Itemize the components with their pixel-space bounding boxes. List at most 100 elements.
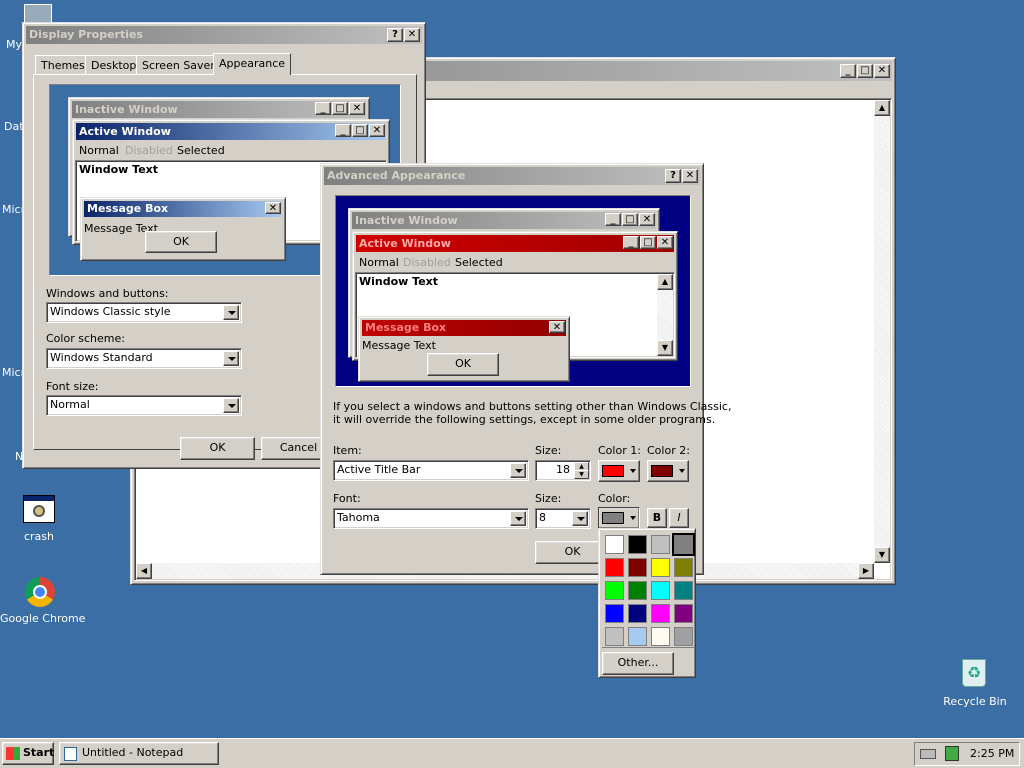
color-swatch[interactable] — [651, 558, 670, 577]
chevron-down-icon — [679, 469, 685, 473]
color-swatch[interactable] — [605, 558, 624, 577]
chevron-down-icon[interactable] — [510, 511, 526, 526]
clock[interactable]: 2:25 PM — [970, 747, 1014, 760]
desktop-icon-google-chrome[interactable]: Google Chrome — [0, 575, 86, 627]
preview-ok-button: OK — [145, 231, 217, 253]
taskbar: Start Untitled - Notepad 2:25 PM — [0, 738, 1024, 768]
item-size-label: Size: — [535, 444, 562, 457]
desktop-icon-crash[interactable]: crash — [8, 493, 70, 545]
chevron-down-icon[interactable] — [223, 305, 239, 320]
network-icon[interactable] — [945, 746, 959, 761]
color2-picker-button[interactable] — [647, 460, 689, 482]
color-swatch — [602, 512, 624, 524]
tab-themes[interactable]: Themes — [35, 55, 91, 75]
preview-msgbox-title: Message Box — [365, 321, 447, 334]
display-properties-title-bar[interactable]: Display Properties ? ✕ — [26, 26, 422, 44]
advanced-appearance-title-bar[interactable]: Advanced Appearance ? ✕ — [324, 167, 700, 185]
scroll-right-button[interactable]: ▶ — [858, 563, 874, 579]
chrome-icon — [25, 577, 55, 607]
windows-buttons-select[interactable]: Windows Classic style — [46, 302, 242, 323]
help-button[interactable]: ? — [665, 169, 681, 183]
chevron-down-icon[interactable] — [510, 463, 526, 478]
color-swatch[interactable] — [672, 533, 695, 556]
windows-logo-icon — [6, 747, 20, 760]
preview-message-box: Message Box ✕ Message Text OK — [80, 197, 286, 261]
color-swatch[interactable] — [605, 627, 624, 646]
close-button[interactable]: ✕ — [404, 28, 420, 42]
color-scheme-label: Color scheme: — [46, 332, 125, 345]
color-swatch[interactable] — [651, 535, 670, 554]
color-swatch[interactable] — [628, 627, 647, 646]
chevron-down-icon[interactable] — [572, 511, 588, 526]
bold-toggle-button[interactable]: B — [647, 508, 667, 528]
keyboard-icon[interactable] — [920, 749, 936, 759]
color-swatch[interactable] — [605, 581, 624, 600]
item-select[interactable]: Active Title Bar — [333, 460, 529, 481]
color-swatch[interactable] — [628, 604, 647, 623]
font-label: Font: — [333, 492, 361, 505]
color-label: Color: — [598, 492, 631, 505]
taskbar-notepad-button[interactable]: Untitled - Notepad — [59, 742, 219, 765]
chevron-down-icon[interactable] — [223, 398, 239, 413]
preview-inactive-title: Inactive Window — [75, 103, 178, 116]
scroll-down-button[interactable]: ▼ — [874, 547, 890, 563]
windows-buttons-label: Windows and buttons: — [46, 287, 169, 300]
desktop-icon-label: crash — [23, 530, 54, 543]
color-scheme-select[interactable]: Windows Standard — [46, 348, 242, 369]
font-size-select[interactable]: Normal — [46, 395, 242, 416]
color-swatch[interactable] — [674, 627, 693, 646]
color-swatch[interactable] — [651, 627, 670, 646]
color-swatch[interactable] — [605, 535, 624, 554]
ok-button[interactable]: OK — [180, 437, 255, 460]
preview-active-title: Active Window — [359, 237, 451, 250]
info-text-line2: it will override the following settings,… — [333, 413, 716, 426]
italic-toggle-button[interactable]: I — [669, 508, 689, 528]
desktop-icon-label: Google Chrome — [0, 612, 86, 625]
vertical-scrollbar[interactable]: ▲ ▼ — [874, 100, 890, 563]
scroll-up-button[interactable]: ▲ — [874, 100, 890, 116]
desktop-icon-recycle-bin[interactable]: ♻ Recycle Bin — [940, 655, 1010, 710]
preview-inactive-title: Inactive Window — [355, 214, 458, 227]
font-size-select[interactable]: 8 — [535, 508, 591, 529]
color-palette-grid — [602, 532, 695, 646]
advanced-preview: Inactive Window _ □ ✕ Active Window _ □ … — [335, 195, 691, 387]
start-button[interactable]: Start — [2, 742, 54, 765]
recycle-bin-icon: ♻ — [962, 659, 986, 687]
close-button[interactable]: ✕ — [682, 169, 698, 183]
tab-screen-saver[interactable]: Screen Saver — [136, 55, 221, 75]
color-swatch[interactable] — [605, 604, 624, 623]
tab-appearance[interactable]: Appearance — [213, 53, 292, 75]
spinner-down-button[interactable]: ▼ — [574, 470, 589, 479]
color-palette-popup[interactable]: Other... — [598, 528, 696, 678]
help-button[interactable]: ? — [387, 28, 403, 42]
color-swatch[interactable] — [651, 604, 670, 623]
color-swatch[interactable] — [674, 581, 693, 600]
font-size-label: Font size: — [46, 380, 99, 393]
color-swatch[interactable] — [651, 581, 670, 600]
preview-active-title: Active Window — [79, 125, 171, 138]
chevron-down-icon[interactable] — [223, 351, 239, 366]
color-swatch[interactable] — [628, 581, 647, 600]
color-swatch[interactable] — [674, 558, 693, 577]
preview-window-text: Window Text — [79, 163, 159, 176]
color1-picker-button[interactable] — [598, 460, 640, 482]
advanced-appearance-window[interactable]: Advanced Appearance ? ✕ Inactive Window … — [320, 163, 731, 575]
font-select[interactable]: Tahoma — [333, 508, 529, 529]
window-title: Advanced Appearance — [327, 169, 466, 182]
color-swatch[interactable] — [674, 604, 693, 623]
tab-desktop[interactable]: Desktop — [85, 55, 143, 75]
color-swatch[interactable] — [628, 535, 647, 554]
minimize-button[interactable]: _ — [840, 64, 856, 78]
preview-menu-selected: Selected — [177, 144, 225, 157]
font-size-label: Size: — [535, 492, 562, 505]
close-button[interactable]: ✕ — [874, 64, 890, 78]
scroll-left-button[interactable]: ◀ — [136, 563, 152, 579]
color-swatch[interactable] — [628, 558, 647, 577]
preview-window-text: Window Text — [359, 275, 439, 288]
other-color-button[interactable]: Other... — [602, 652, 674, 675]
color1-label: Color 1: — [598, 444, 641, 457]
maximize-button[interactable]: □ — [857, 64, 873, 78]
item-size-spinner[interactable]: 18 ▲ ▼ — [535, 460, 591, 481]
color-picker-button[interactable] — [598, 507, 640, 529]
window-title: Display Properties — [29, 28, 144, 41]
